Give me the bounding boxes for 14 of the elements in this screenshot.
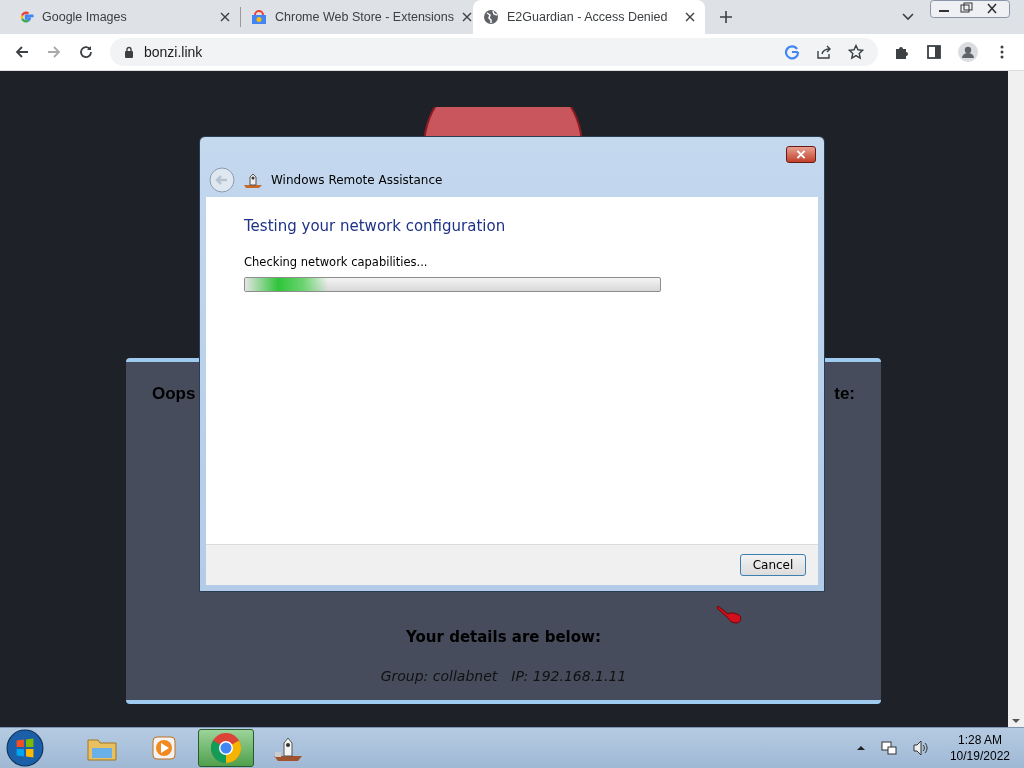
browser-tab[interactable]: E2Guardian - Access Denied: [473, 0, 705, 34]
address-bar[interactable]: bonzi.link: [110, 38, 878, 66]
dialog-heading: Testing your network configuration: [244, 217, 507, 235]
browser-tab[interactable]: Chrome Web Store - Extensions: [241, 0, 473, 34]
window-title: Windows Remote Assistance: [271, 173, 443, 187]
browser-tab[interactable]: Google Images: [8, 0, 240, 34]
ip-text: IP: 192.168.1.11: [511, 668, 627, 684]
panel-heading: Oops: [152, 384, 196, 404]
panel-heading: te:: [834, 384, 855, 404]
details-heading: Your details are below:: [406, 628, 601, 646]
status-text: Checking network capabilities...: [244, 255, 429, 269]
group-text: Group: collabnet: [380, 668, 498, 684]
cancel-button[interactable]: Cancel: [740, 554, 806, 576]
clock[interactable]: 1:28 AM 10/19/2022: [939, 732, 1024, 764]
